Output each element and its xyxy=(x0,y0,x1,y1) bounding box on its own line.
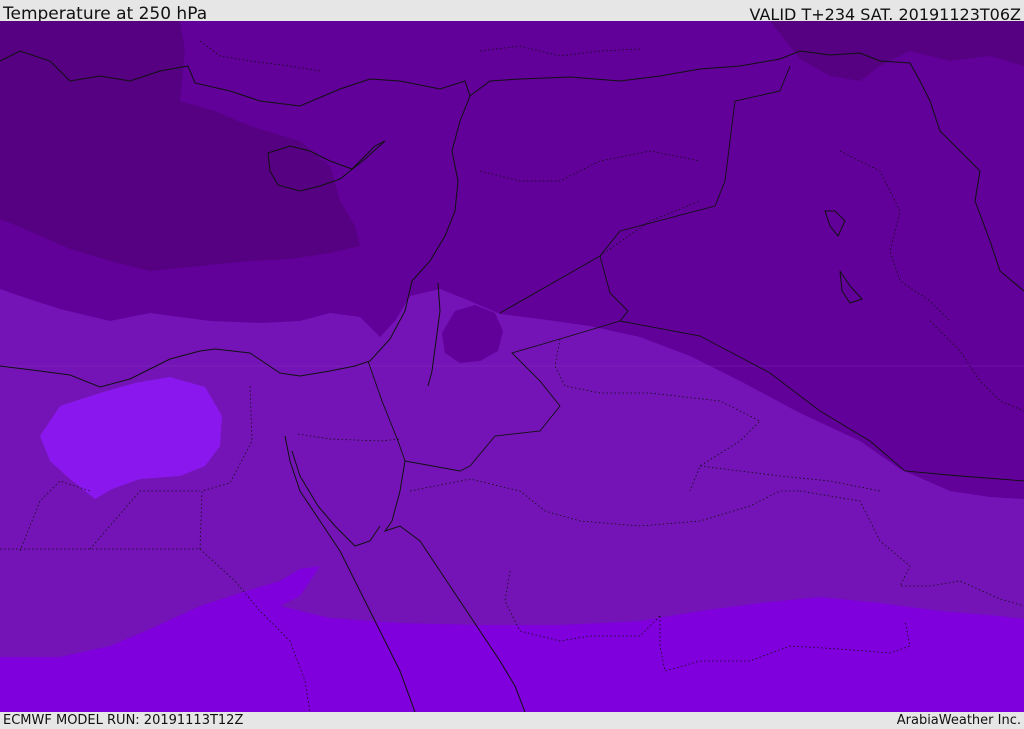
footer-bar: ECMWF MODEL RUN: 20191113T12Z ArabiaWeat… xyxy=(0,712,1024,729)
map-canvas xyxy=(0,21,1024,712)
credit-label: ArabiaWeather Inc. xyxy=(896,713,1021,728)
model-run-label: ECMWF MODEL RUN: 20191113T12Z xyxy=(3,713,244,728)
weather-map[interactable] xyxy=(0,21,1024,712)
title-bar: Temperature at 250 hPa VALID T+234 SAT. … xyxy=(0,0,1024,24)
